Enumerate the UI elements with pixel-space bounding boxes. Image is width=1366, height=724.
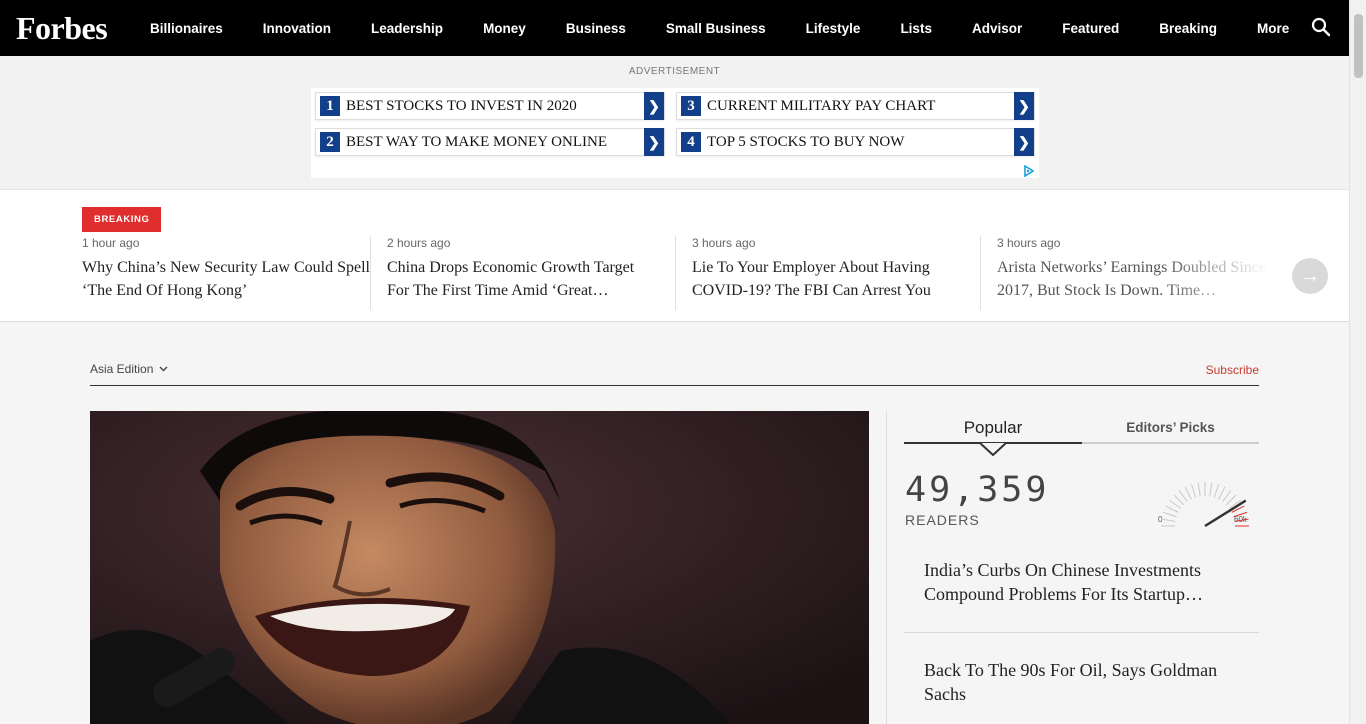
nav-item-lifestyle[interactable]: Lifestyle xyxy=(806,21,861,36)
chevron-right-icon: ❯ xyxy=(644,128,664,156)
chevron-right-icon: ❯ xyxy=(1014,92,1034,120)
nav-item-featured[interactable]: Featured xyxy=(1062,21,1119,36)
story-headline[interactable]: Lie To Your Employer About Having COVID-… xyxy=(692,256,965,302)
nav-item-breaking[interactable]: Breaking xyxy=(1159,21,1217,36)
gauge-tick xyxy=(1197,482,1201,497)
readers-count: 49,359 xyxy=(905,470,1050,510)
readers-label: READERS xyxy=(905,512,980,528)
popular-item[interactable]: Back To The 90s For Oil, Says Goldman Sa… xyxy=(904,658,1259,706)
ad-link-3[interactable]: 3 CURRENT MILITARY PAY CHART ❯ xyxy=(676,92,1035,120)
story-time: 1 hour ago xyxy=(82,236,140,250)
ad-number: 2 xyxy=(320,132,340,152)
breaking-story[interactable]: 3 hours ago Arista Networks’ Earnings Do… xyxy=(980,236,1270,310)
ad-link-text: CURRENT MILITARY PAY CHART xyxy=(707,97,936,114)
gauge-tick xyxy=(1213,483,1220,498)
ad-link-4[interactable]: 4 TOP 5 STOCKS TO BUY NOW ❯ xyxy=(676,128,1035,156)
ad-number: 1 xyxy=(320,96,340,116)
breaking-story[interactable]: 3 hours ago Lie To Your Employer About H… xyxy=(675,236,965,310)
ad-number: 4 xyxy=(681,132,701,152)
ad-link-text: TOP 5 STOCKS TO BUY NOW xyxy=(707,133,905,150)
gauge-tick xyxy=(1169,499,1182,509)
gauge-tick xyxy=(1184,486,1192,500)
nav-item-money[interactable]: Money xyxy=(483,21,526,36)
adchoices-icon[interactable] xyxy=(1023,164,1035,178)
subscribe-link[interactable]: Subscribe xyxy=(1206,363,1259,377)
story-time: 3 hours ago xyxy=(692,236,756,250)
story-headline[interactable]: Why China’s New Security Law Could Spell… xyxy=(82,256,372,302)
list-divider xyxy=(904,632,1259,633)
story-time: 3 hours ago xyxy=(997,236,1061,250)
gauge-tick xyxy=(1161,518,1176,522)
breaking-badge: BREAKING xyxy=(82,207,162,232)
advertisement-area: ADVERTISEMENT 1 BEST STOCKS TO INVEST IN… xyxy=(0,56,1349,190)
forbes-logo[interactable]: Forbes xyxy=(16,10,134,47)
nav-item-billionaires[interactable]: Billionaires xyxy=(150,21,223,36)
nav-item-more[interactable]: More xyxy=(1257,21,1289,36)
gauge-tick xyxy=(1178,490,1188,503)
nav-item-small-business[interactable]: Small Business xyxy=(666,21,766,36)
edition-bar: Asia Edition Subscribe xyxy=(90,362,1259,386)
gauge-tick xyxy=(1190,483,1197,498)
page: Forbes Billionaires Innovation Leadershi… xyxy=(0,0,1349,724)
story-headline[interactable]: Arista Networks’ Earnings Doubled Since … xyxy=(997,256,1270,302)
gauge-tick xyxy=(1222,490,1232,503)
nav-item-lists[interactable]: Lists xyxy=(900,21,932,36)
breaking-story[interactable]: 1 hour ago Why China’s New Security Law … xyxy=(82,236,372,310)
scrollbar-thumb[interactable] xyxy=(1354,14,1363,78)
popular-item[interactable]: India’s Curbs On Chinese Investments Com… xyxy=(904,558,1259,606)
nav-items: Billionaires Innovation Leadership Money… xyxy=(134,21,1289,36)
ad-link-text: BEST STOCKS TO INVEST IN 2020 xyxy=(346,97,577,114)
tab-editors-picks[interactable]: Editors’ Picks xyxy=(1082,418,1259,444)
gauge-tick xyxy=(1225,494,1237,506)
ad-number: 3 xyxy=(681,96,701,116)
ad-box: 1 BEST STOCKS TO INVEST IN 2020 ❯ 2 BEST… xyxy=(311,88,1039,178)
nav-item-leadership[interactable]: Leadership xyxy=(371,21,443,36)
story-headline[interactable]: China Drops Economic Growth Target For T… xyxy=(387,256,660,302)
ad-link-text: BEST WAY TO MAKE MONEY ONLINE xyxy=(346,133,607,150)
column-divider xyxy=(886,411,887,724)
gauge-tick xyxy=(1209,482,1213,497)
nav-item-advisor[interactable]: Advisor xyxy=(972,21,1022,36)
ad-link-1[interactable]: 1 BEST STOCKS TO INVEST IN 2020 ❯ xyxy=(315,92,665,120)
hero-image[interactable] xyxy=(90,411,869,724)
chevron-right-icon: ❯ xyxy=(644,92,664,120)
active-tab-caret-icon xyxy=(980,442,1006,456)
edition-label: Asia Edition xyxy=(90,362,154,376)
tab-popular[interactable]: Popular xyxy=(904,418,1082,444)
ad-link-2[interactable]: 2 BEST WAY TO MAKE MONEY ONLINE ❯ xyxy=(315,128,665,156)
gauge-tick xyxy=(1162,511,1177,518)
nav-item-business[interactable]: Business xyxy=(566,21,626,36)
edition-selector[interactable]: Asia Edition xyxy=(90,362,1259,376)
search-icon[interactable] xyxy=(1311,17,1331,37)
gauge-tick xyxy=(1218,486,1226,500)
top-nav: Forbes Billionaires Innovation Leadershi… xyxy=(0,0,1349,56)
breaking-story[interactable]: 2 hours ago China Drops Economic Growth … xyxy=(370,236,660,310)
gauge-tick xyxy=(1165,505,1179,513)
breaking-news-strip: BREAKING 1 hour ago Why China’s New Secu… xyxy=(0,190,1349,322)
readers-gauge: 0 60k xyxy=(1150,470,1260,528)
chevron-down-icon xyxy=(159,364,168,374)
sidebar-tabs: Popular Editors’ Picks xyxy=(904,418,1259,444)
ad-label: ADVERTISEMENT xyxy=(628,66,721,77)
chevron-right-icon: ❯ xyxy=(1014,128,1034,156)
nav-item-innovation[interactable]: Innovation xyxy=(263,21,331,36)
story-time: 2 hours ago xyxy=(387,236,451,250)
next-arrow-icon[interactable]: → xyxy=(1292,258,1328,294)
page-scrollbar[interactable] xyxy=(1349,0,1366,724)
gauge-tick xyxy=(1173,494,1185,506)
